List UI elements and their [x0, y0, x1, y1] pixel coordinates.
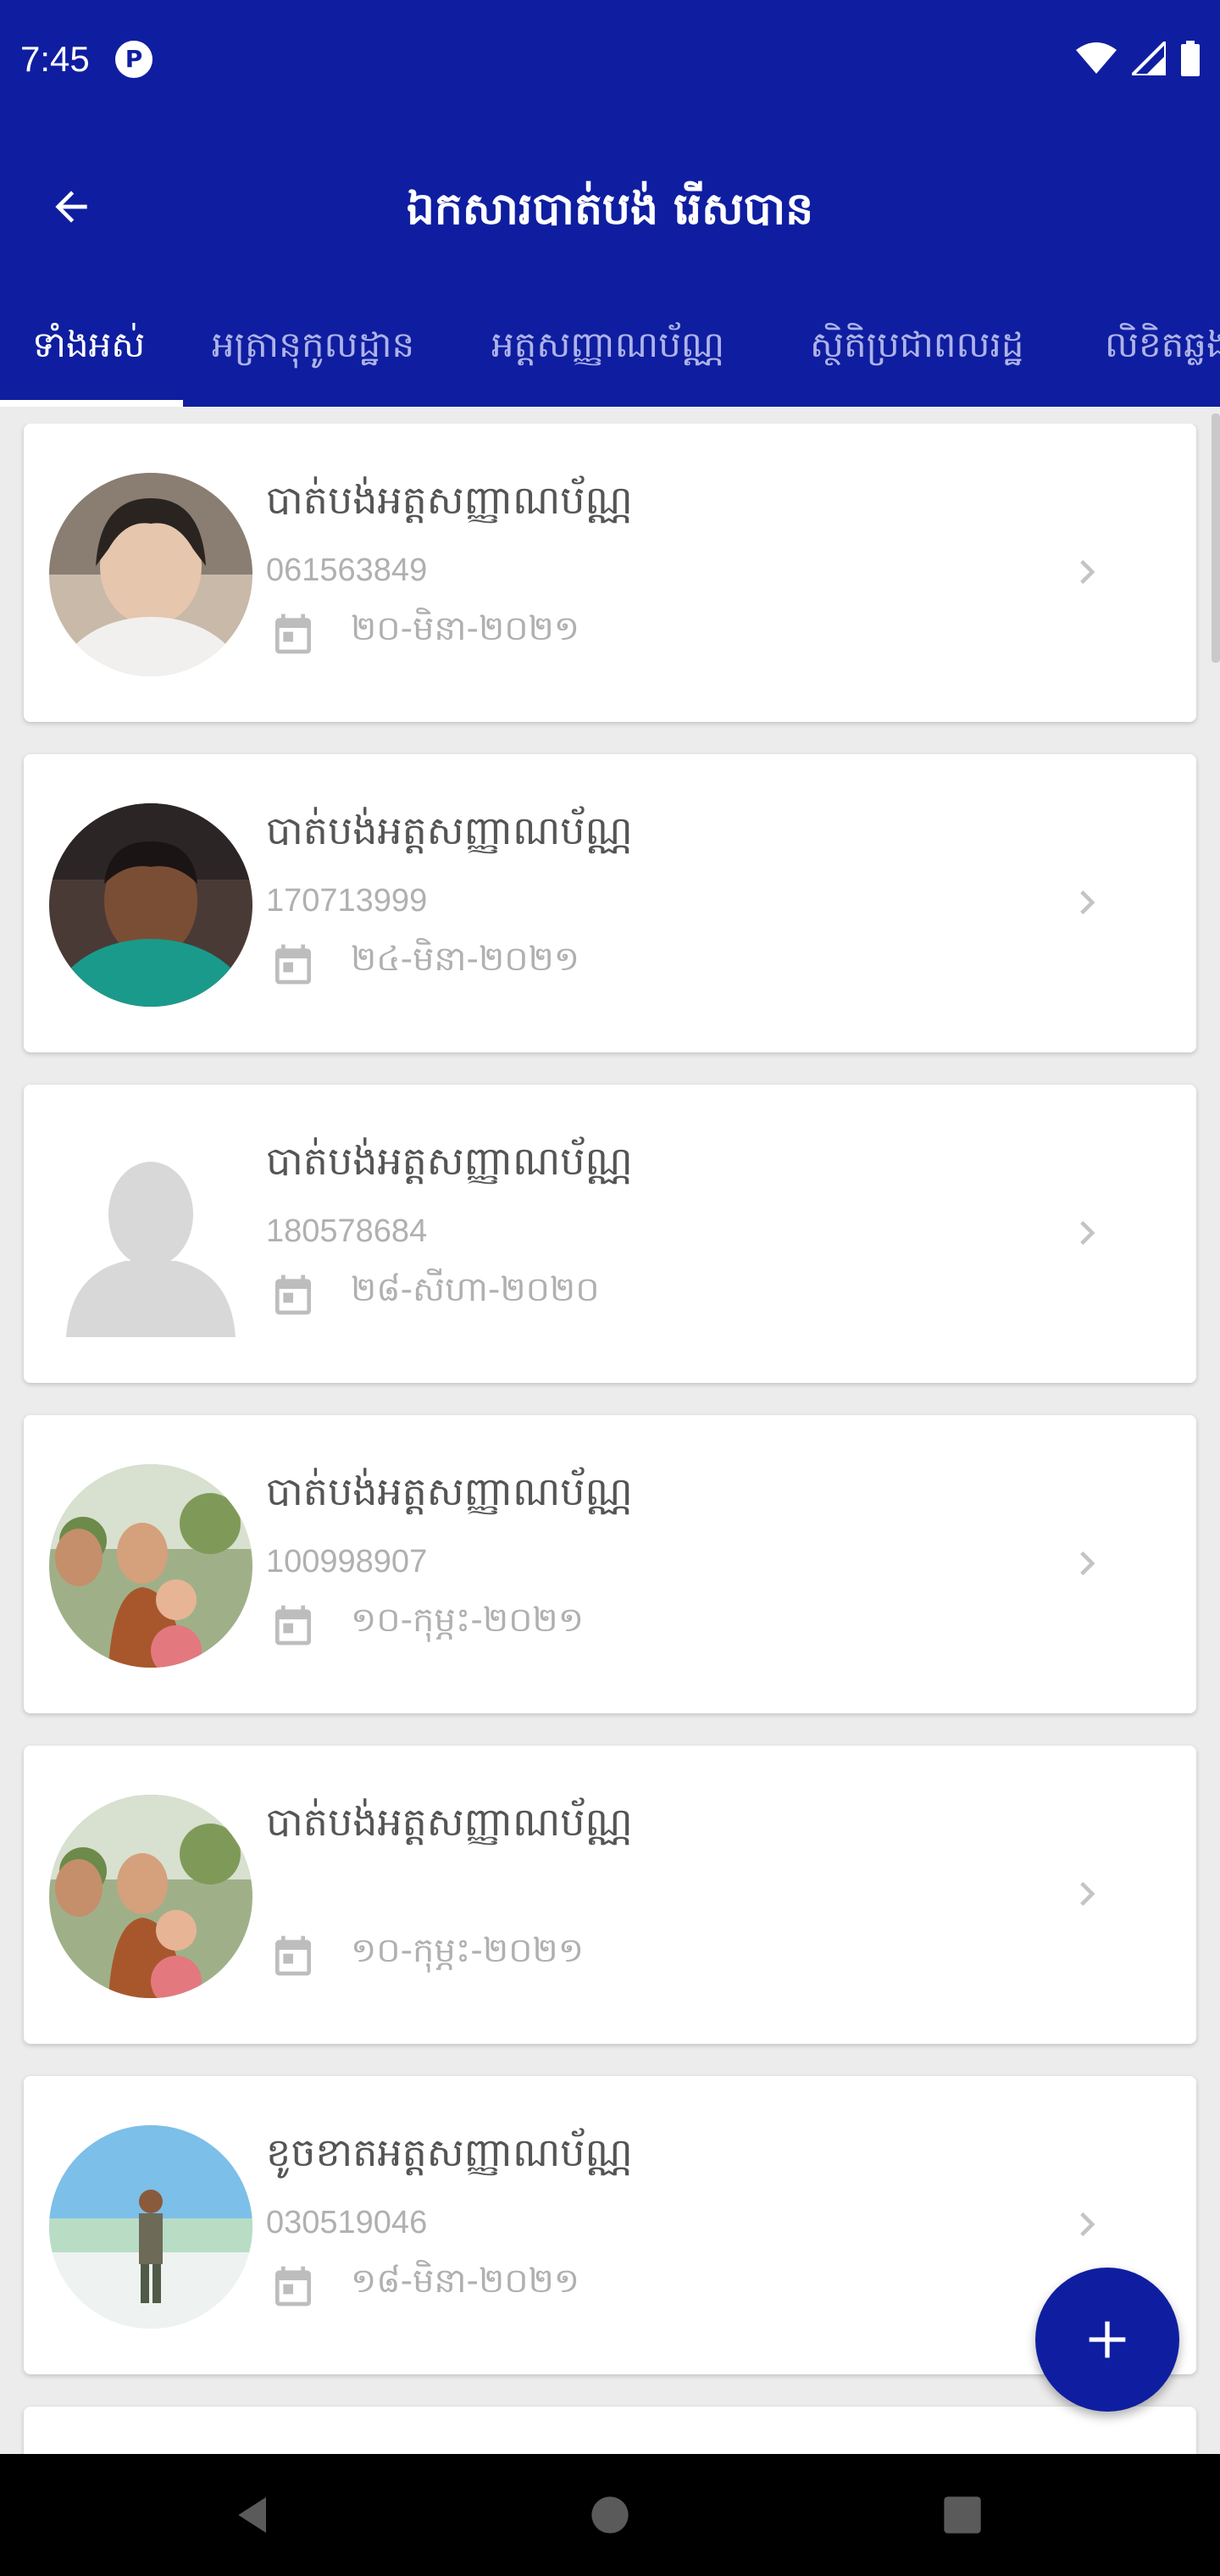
list-item[interactable]: បាត់បង់អត្តសញ្ញាណប័ណ្ណ 170713999 ២៤-មិនា…: [24, 754, 1196, 1052]
avatar-placeholder: [49, 1134, 252, 1337]
tab-civil-status[interactable]: ស្ថិតិប្រជាពលរដ្ឋ: [810, 322, 1023, 375]
chevron-right-icon: [1080, 890, 1095, 915]
calendar-icon: [275, 613, 311, 654]
calendar-icon: [275, 2266, 311, 2307]
app-notification-icon: P: [115, 41, 152, 78]
nav-recents-button[interactable]: [929, 2481, 996, 2549]
tab-all[interactable]: ទាំងអស់: [32, 322, 145, 375]
item-id: 100998907: [266, 1544, 428, 1579]
chevron-right-icon: [1080, 1220, 1095, 1246]
avatar: [49, 473, 252, 676]
nav-back-button[interactable]: [220, 2481, 288, 2549]
chevron-right-icon: [1080, 2212, 1095, 2237]
list-item[interactable]: [24, 2407, 1196, 2454]
item-date: ២៤-មិនា-២០២១: [351, 940, 580, 979]
item-title: បាត់បង់អត្តសញ្ញាណប័ណ្ណ: [266, 1799, 633, 1845]
plus-icon: [1089, 2321, 1126, 2358]
calendar-icon: [275, 944, 311, 985]
list-item[interactable]: ខូចខាតអត្តសញ្ញាណប័ណ្ណ 030519046 ១៨-មិនា-…: [24, 2076, 1196, 2374]
tab-id-card[interactable]: អត្តសញ្ញាណប័ណ្ណ: [491, 322, 724, 375]
system-nav-bar: [0, 2454, 1220, 2576]
calendar-icon: [275, 1935, 311, 1976]
nav-home-button[interactable]: [576, 2481, 644, 2549]
item-title: ខូចខាតអត្តសញ្ញាណប័ណ្ណ: [266, 2129, 633, 2175]
wifi-icon: [1076, 42, 1117, 74]
chevron-right-icon: [1080, 559, 1095, 585]
calendar-icon: [275, 1274, 311, 1315]
calendar-icon: [275, 1605, 311, 1646]
document-list: បាត់បង់អត្តសញ្ញាណប័ណ្ណ 061563849 ២០-មិនា…: [0, 424, 1220, 2454]
list-item[interactable]: បាត់បង់អត្តសញ្ញាណប័ណ្ណ ១០-កុម្ភះ-២០២១: [24, 1746, 1196, 2044]
circle-home-icon: [591, 2496, 629, 2534]
avatar: [49, 1464, 252, 1668]
item-title: បាត់បង់អត្តសញ្ញាណប័ណ្ណ: [266, 477, 633, 523]
status-icons: [1076, 41, 1200, 76]
item-title: បាត់បង់អត្តសញ្ញាណប័ណ្ណ: [266, 1468, 633, 1514]
item-date: ២៨-សីហា-២០២០: [351, 1270, 600, 1309]
chevron-right-icon: [1080, 1881, 1095, 1907]
item-date: ១០-កុម្ភះ-២០២១: [351, 1601, 584, 1640]
square-recents-icon: [944, 2496, 981, 2534]
item-id: 030519046: [266, 2205, 428, 2240]
signal-icon: [1132, 42, 1166, 75]
tab-bar: ទាំងអស់ អត្រានុកូលដ្ឋាន អត្តសញ្ញាណប័ណ្ណ …: [0, 288, 1220, 407]
item-date: ១៨-មិនា-២០២១: [351, 2262, 580, 2301]
item-id: 180578684: [266, 1213, 428, 1249]
item-id: 170713999: [266, 883, 428, 919]
status-time: 7:45: [20, 39, 90, 79]
avatar: [49, 1795, 252, 1998]
avatar: [49, 803, 252, 1007]
app-bar: ឯកសារបាត់បង់ រើសបាន: [0, 127, 1220, 288]
list-item[interactable]: បាត់បង់អត្តសញ្ញាណប័ណ្ណ 180578684 ២៨-សីហា…: [24, 1085, 1196, 1383]
battery-icon: [1181, 41, 1200, 76]
active-tab-indicator: [0, 400, 183, 407]
tab-passport[interactable]: លិខិតឆ្លង: [1105, 322, 1220, 375]
item-date: ២០-មិនា-២០២១: [351, 609, 580, 648]
item-title: បាត់បង់អត្តសញ្ញាណប័ណ្ណ: [266, 808, 633, 853]
list-item[interactable]: បាត់បង់អត្តសញ្ញាណប័ណ្ណ 061563849 ២០-មិនា…: [24, 424, 1196, 722]
item-id: 061563849: [266, 552, 428, 588]
add-button[interactable]: [1035, 2268, 1179, 2412]
avatar: [49, 2125, 252, 2329]
status-bar: 7:45 P: [0, 0, 1220, 127]
item-title: បាត់បង់អត្តសញ្ញាណប័ណ្ណ: [266, 1138, 633, 1184]
item-date: ១០-កុម្ភះ-២០២១: [351, 1931, 584, 1970]
chevron-right-icon: [1080, 1551, 1095, 1576]
list-item[interactable]: បាត់បង់អត្តសញ្ញាណប័ណ្ណ 100998907 ១០-កុម្…: [24, 1415, 1196, 1713]
tab-birth-certificate[interactable]: អត្រានុកូលដ្ឋាន: [212, 322, 414, 375]
page-title: ឯកសារបាត់បង់ រើសបាន: [406, 184, 814, 235]
triangle-back-icon: [238, 2497, 266, 2533]
